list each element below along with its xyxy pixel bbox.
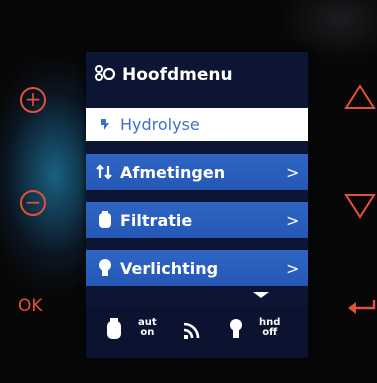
menu-item-label: Verlichting	[120, 258, 219, 278]
filter-mode-line2: on	[140, 327, 155, 338]
menu-icon	[94, 65, 116, 85]
chevron-right-icon: >	[286, 258, 300, 278]
hydrolysis-icon	[94, 118, 116, 132]
menu-item-label: Filtratie	[120, 210, 193, 230]
minus-circle-icon: −	[24, 189, 42, 214]
lcd-screen: Hoofdmenu Hydrolyse Afmetingen > Filtrat…	[86, 52, 308, 358]
plus-button[interactable]: +	[20, 87, 46, 113]
light-bulb-icon	[94, 259, 116, 277]
filter-status-icon	[106, 318, 122, 344]
filter-mode-badge: aut on	[138, 318, 157, 338]
triangle-up-icon	[344, 84, 376, 109]
menu-item-filtratie[interactable]: Filtratie >	[86, 202, 308, 238]
plus-circle-icon: +	[24, 87, 42, 111]
menu-item-hydrolyse[interactable]: Hydrolyse	[86, 108, 308, 141]
triangle-down-icon	[344, 194, 376, 219]
light-mode-badge: hnd off	[259, 318, 280, 338]
chevron-right-icon: >	[286, 162, 300, 182]
up-button[interactable]	[344, 84, 376, 114]
status-bar: aut on hnd off	[86, 308, 308, 358]
dimensions-icon	[94, 164, 116, 180]
menu-item-label: Hydrolyse	[120, 115, 200, 134]
chevron-right-icon: >	[286, 210, 300, 230]
wifi-signal-icon	[182, 320, 202, 344]
scroll-down-indicator	[253, 292, 269, 298]
back-arrow-icon	[348, 300, 376, 314]
ok-button[interactable]: OK	[18, 296, 43, 316]
menu-header: Hoofdmenu	[86, 60, 308, 90]
down-button[interactable]	[344, 193, 376, 223]
light-mode-line2: off	[262, 327, 278, 338]
back-button[interactable]	[346, 296, 376, 320]
page-title: Hoofdmenu	[122, 65, 233, 85]
menu-item-label: Afmetingen	[120, 162, 226, 182]
minus-button[interactable]: −	[20, 190, 46, 216]
light-status-icon	[229, 318, 243, 344]
menu-item-afmetingen[interactable]: Afmetingen >	[86, 154, 308, 190]
filter-icon	[94, 211, 116, 229]
menu-item-verlichting[interactable]: Verlichting >	[86, 250, 308, 286]
